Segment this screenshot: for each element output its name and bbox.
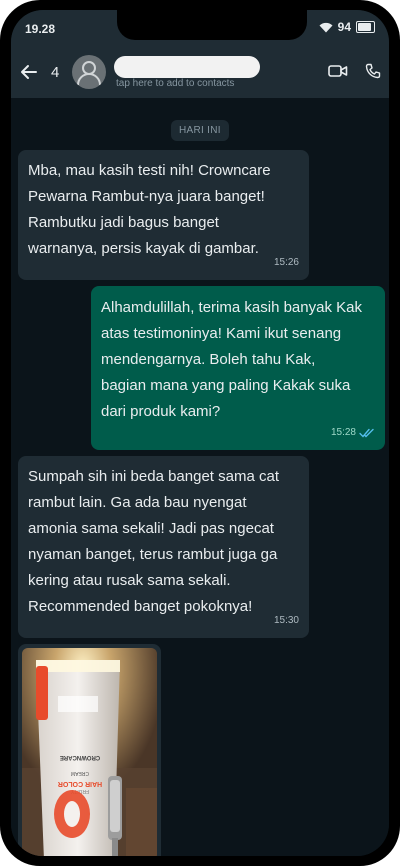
contact-hint[interactable]: tap here to add to contacts xyxy=(116,78,234,89)
product-photo[interactable]: CROWNCARE HAIR COLOR CREAM FRUITY xyxy=(22,648,157,856)
message-text: Mba, mau kasih testi nih! Crowncare Pewa… xyxy=(28,162,271,257)
message-outgoing[interactable]: Alhamdulillah, terima kasih banyak Kak a… xyxy=(91,286,385,450)
chat-header: 4 tap here to add to contacts xyxy=(11,48,389,98)
message-meta: 15:26 xyxy=(274,250,299,276)
tube-label-brand: CROWNCARE xyxy=(60,754,100,760)
day-divider: HARI INI xyxy=(171,120,229,141)
battery-icon xyxy=(356,21,375,33)
back-arrow-icon[interactable] xyxy=(19,62,39,82)
chat-area[interactable]: HARI INI Mba, mau kasih testi nih! Crown… xyxy=(11,98,389,856)
image-message[interactable]: CROWNCARE HAIR COLOR CREAM FRUITY xyxy=(18,644,161,856)
camera-notch xyxy=(117,10,307,40)
unread-count[interactable]: 4 xyxy=(51,64,59,81)
contact-name-redacted[interactable] xyxy=(114,56,260,78)
read-ticks-icon xyxy=(359,428,374,438)
person-icon xyxy=(77,61,101,86)
status-right: 94 xyxy=(319,20,375,34)
screen: 19.28 94 4 tap here to add to contacts H… xyxy=(11,10,389,856)
message-time: 15:30 xyxy=(273,615,299,626)
message-incoming[interactable]: Sumpah sih ini beda banget sama cat ramb… xyxy=(18,456,309,638)
tube-label-cream: CREAM xyxy=(71,770,89,776)
message-text: Sumpah sih ini beda banget sama cat ramb… xyxy=(28,468,279,615)
message-meta: 15:28 xyxy=(331,420,375,446)
contact-avatar[interactable] xyxy=(72,55,106,89)
status-time: 19.28 xyxy=(25,22,56,36)
message-time: 15:28 xyxy=(330,427,356,438)
message-meta: 15:30 xyxy=(274,608,299,634)
phone-frame: 19.28 94 4 tap here to add to contacts H… xyxy=(0,0,400,866)
message-time: 15:26 xyxy=(273,257,299,268)
tube-label-product: HAIR COLOR xyxy=(58,780,102,787)
hair-color-tube-image: CROWNCARE HAIR COLOR CREAM FRUITY xyxy=(22,648,157,856)
message-text: Alhamdulillah, terima kasih banyak Kak a… xyxy=(101,299,362,420)
message-incoming[interactable]: Mba, mau kasih testi nih! Crowncare Pewa… xyxy=(18,150,309,280)
battery-level: 94 xyxy=(337,20,351,34)
wifi-icon xyxy=(319,22,333,32)
video-call-icon[interactable] xyxy=(328,63,348,79)
voice-call-icon[interactable] xyxy=(365,63,381,79)
